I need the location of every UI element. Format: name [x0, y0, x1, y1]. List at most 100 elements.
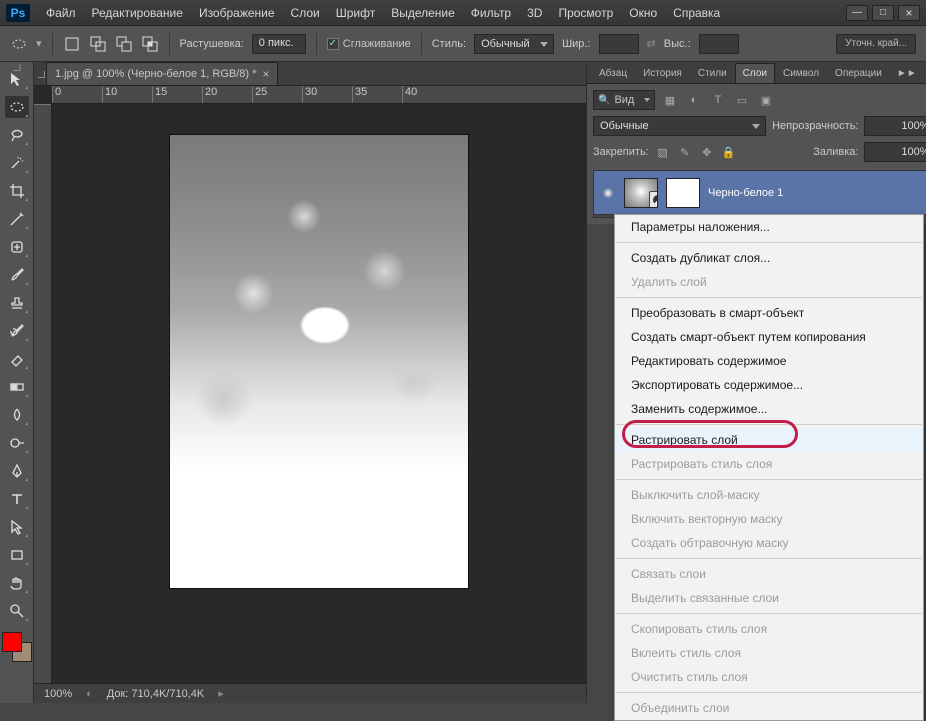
eraser-tool-icon[interactable]	[5, 348, 29, 370]
menu-шрифт[interactable]: Шрифт	[328, 2, 383, 24]
width-input[interactable]	[599, 34, 639, 54]
filter-type-icon[interactable]: T	[709, 91, 727, 109]
panel-tabs: АбзацИсторияСтилиСлоиСимволОперации►►▾≡	[587, 62, 926, 84]
menu-фильтр[interactable]: Фильтр	[463, 2, 519, 24]
context-menu-item: Связать слои	[615, 562, 923, 586]
context-menu-item[interactable]: Экспортировать содержимое...	[615, 373, 923, 397]
menu-выделение[interactable]: Выделение	[383, 2, 463, 24]
opacity-input[interactable]: 100%	[864, 116, 926, 136]
context-menu-item[interactable]: Создать дубликат слоя...	[615, 246, 923, 270]
antialias-label: Сглаживание	[343, 38, 411, 50]
layer-context-menu[interactable]: Параметры наложения... Создать дубликат с…	[614, 214, 924, 721]
close-tab-icon[interactable]: ×	[262, 67, 269, 81]
feather-input[interactable]: 0 пикс.	[252, 34, 306, 54]
zoom-tool-icon[interactable]	[5, 600, 29, 622]
layer-mask-thumbnail[interactable]	[666, 178, 700, 208]
panel-tab[interactable]: Стили	[690, 63, 735, 83]
panel-expand-icon[interactable]: ►►	[890, 63, 924, 83]
maximize-button[interactable]: □	[872, 5, 894, 21]
rectangle-tool-icon[interactable]	[5, 544, 29, 566]
swap-icon[interactable]: ⇄	[647, 37, 656, 50]
eyedropper-tool-icon[interactable]	[5, 208, 29, 230]
move-tool-icon[interactable]	[5, 68, 29, 90]
history-brush-tool-icon[interactable]	[5, 320, 29, 342]
gradient-tool-icon[interactable]	[5, 376, 29, 398]
visibility-eye-icon[interactable]: ◉	[600, 185, 616, 201]
zoom-level[interactable]: 100%	[44, 688, 72, 700]
healing-brush-tool-icon[interactable]	[5, 236, 29, 258]
menu-слои[interactable]: Слои	[283, 2, 328, 24]
selection-new-icon[interactable]	[63, 35, 81, 53]
filter-pixel-icon[interactable]: ▦	[661, 91, 679, 109]
antialias-checkbox[interactable]: ✓ Сглаживание	[327, 38, 411, 50]
document-tab[interactable]: 1.jpg @ 100% (Черно-белое 1, RGB/8) * ×	[46, 62, 278, 85]
path-selection-tool-icon[interactable]	[5, 516, 29, 538]
style-select[interactable]: Обычный	[474, 34, 554, 54]
menu-справка[interactable]: Справка	[665, 2, 728, 24]
canvas[interactable]	[169, 134, 469, 589]
context-menu-item[interactable]: Заменить содержимое...	[615, 397, 923, 421]
minimize-button[interactable]: —	[846, 5, 868, 21]
fill-label: Заливка:	[813, 146, 858, 158]
menu-изображение[interactable]: Изображение	[191, 2, 283, 24]
horizontal-ruler: 010152025303540	[52, 86, 586, 104]
height-label: Выс.:	[664, 38, 691, 50]
hand-tool-icon[interactable]	[5, 572, 29, 594]
layer-filter-kind-select[interactable]: 🔍 Вид	[593, 90, 655, 110]
panel-tab-active[interactable]: Слои	[735, 63, 775, 83]
selection-add-icon[interactable]	[89, 35, 107, 53]
magic-wand-tool-icon[interactable]	[5, 152, 29, 174]
context-menu-item[interactable]: Параметры наложения...	[615, 215, 923, 239]
layer-row[interactable]: ◉ Черно-белое 1	[594, 171, 926, 215]
context-menu-item[interactable]: Редактировать содержимое	[615, 349, 923, 373]
blur-tool-icon[interactable]	[5, 404, 29, 426]
menu-окно[interactable]: Окно	[621, 2, 665, 24]
marquee-tool-icon[interactable]	[10, 35, 28, 53]
menu-просмотр[interactable]: Просмотр	[550, 2, 621, 24]
canvas-image	[170, 135, 468, 588]
lock-transparency-icon[interactable]: ▨	[655, 144, 671, 160]
document-tabs: 1.jpg @ 100% (Черно-белое 1, RGB/8) * ×	[34, 62, 586, 86]
selection-intersect-icon[interactable]	[141, 35, 159, 53]
filter-adjustment-icon[interactable]: ◐	[685, 91, 703, 109]
selection-subtract-icon[interactable]	[115, 35, 133, 53]
panel-tab[interactable]: История	[635, 63, 690, 83]
blend-mode-select[interactable]: Обычные	[593, 116, 766, 136]
dodge-tool-icon[interactable]	[5, 432, 29, 454]
context-menu-item: Растрировать стиль слоя	[615, 452, 923, 476]
pen-tool-icon[interactable]	[5, 460, 29, 482]
filter-smart-icon[interactable]: ▣	[757, 91, 775, 109]
panel-tab[interactable]: Операции	[827, 63, 890, 83]
lasso-tool-icon[interactable]	[5, 124, 29, 146]
context-menu-item[interactable]: Растрировать слой	[615, 428, 923, 452]
width-label: Шир.:	[562, 38, 590, 50]
filter-shape-icon[interactable]: ▭	[733, 91, 751, 109]
panel-tab[interactable]: Символ	[775, 63, 827, 83]
context-menu-item: Выделить связанные слои	[615, 586, 923, 610]
layer-name[interactable]: Черно-белое 1	[708, 187, 783, 199]
context-menu-item[interactable]: Создать смарт-объект путем копирования	[615, 325, 923, 349]
context-menu-item: Вклеить стиль слоя	[615, 641, 923, 665]
refine-edge-button[interactable]: Уточн. край...	[836, 34, 916, 54]
marquee-tool-icon[interactable]	[5, 96, 29, 118]
canvas-viewport[interactable]	[52, 104, 586, 683]
menu-3d[interactable]: 3D	[519, 2, 550, 24]
layer-thumbnail[interactable]	[624, 178, 658, 208]
lock-image-icon[interactable]: ✎	[677, 144, 693, 160]
fill-input[interactable]: 100%	[864, 142, 926, 162]
menu-файл[interactable]: Файл	[38, 2, 84, 24]
app-logo: Ps	[6, 4, 30, 22]
lock-position-icon[interactable]: ✥	[699, 144, 715, 160]
color-swatches[interactable]	[2, 632, 32, 662]
lock-all-icon[interactable]: 🔒	[721, 144, 737, 160]
type-tool-icon[interactable]	[5, 488, 29, 510]
context-menu-item[interactable]: Преобразовать в смарт-объект	[615, 301, 923, 325]
brush-tool-icon[interactable]	[5, 264, 29, 286]
menu-редактирование[interactable]: Редактирование	[84, 2, 191, 24]
panel-tab[interactable]: Абзац	[591, 63, 635, 83]
close-button[interactable]: ×	[898, 5, 920, 21]
stamp-tool-icon[interactable]	[5, 292, 29, 314]
foreground-color-swatch[interactable]	[2, 632, 22, 652]
crop-tool-icon[interactable]	[5, 180, 29, 202]
height-input[interactable]	[699, 34, 739, 54]
